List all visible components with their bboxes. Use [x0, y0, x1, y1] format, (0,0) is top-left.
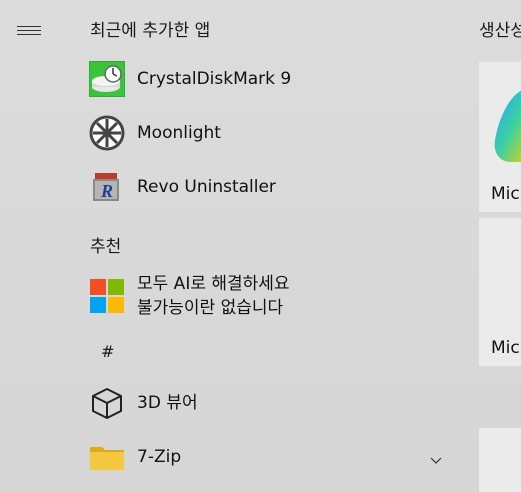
- recommended-line-2: 불가능이란 없습니다: [137, 298, 284, 318]
- tile-microsoft-2[interactable]: Mic: [479, 218, 521, 366]
- chevron-down-icon[interactable]: [430, 451, 442, 464]
- app-item-revo-uninstaller[interactable]: R Revo Uninstaller: [82, 164, 452, 210]
- tile-label: Mic: [491, 338, 520, 358]
- menu-bar-line: [17, 34, 41, 35]
- app-item-crystaldiskmark[interactable]: CrystalDiskMark 9: [82, 56, 452, 102]
- recommended-text: 모두 AI로 해결하세요 불가능이란 없습니다: [137, 272, 290, 320]
- app-label: Moonlight: [137, 123, 221, 143]
- recommended-item-microsoft-ai[interactable]: 모두 AI로 해결하세요 불가능이란 없습니다: [82, 270, 452, 322]
- recommended-line-1: 모두 AI로 해결하세요: [137, 274, 290, 294]
- app-label: 3D 뷰어: [137, 393, 198, 413]
- app-label: 7-Zip: [137, 447, 182, 467]
- recommended-header: 추천: [90, 237, 122, 257]
- tile-partial[interactable]: [479, 428, 521, 492]
- crystaldiskmark-icon: [89, 61, 125, 97]
- app-label: CrystalDiskMark 9: [137, 69, 292, 89]
- moonlight-icon: [89, 115, 125, 151]
- tile-microsoft-1[interactable]: Mic: [479, 62, 521, 212]
- app-item-3d-viewer[interactable]: 3D 뷰어: [82, 380, 452, 426]
- productivity-group-header[interactable]: 생산성: [479, 16, 521, 41]
- copilot-logo-icon: [493, 86, 521, 166]
- app-item-7zip[interactable]: 7-Zip: [82, 434, 452, 480]
- folder-icon: [89, 439, 125, 475]
- menu-bar-line: [17, 26, 41, 27]
- svg-text:R: R: [100, 181, 113, 201]
- app-item-moonlight[interactable]: Moonlight: [82, 110, 452, 156]
- hash-group-header[interactable]: #: [101, 342, 114, 361]
- recent-apps-header: 최근에 추가한 앱: [90, 21, 211, 41]
- hamburger-menu-button[interactable]: [17, 20, 43, 38]
- app-label: Revo Uninstaller: [137, 177, 276, 197]
- tile-label: Mic: [491, 184, 520, 204]
- revo-uninstaller-icon: R: [89, 169, 125, 205]
- microsoft-logo-icon: [89, 278, 125, 314]
- menu-bar-line: [17, 30, 41, 31]
- cube-icon: [89, 385, 125, 421]
